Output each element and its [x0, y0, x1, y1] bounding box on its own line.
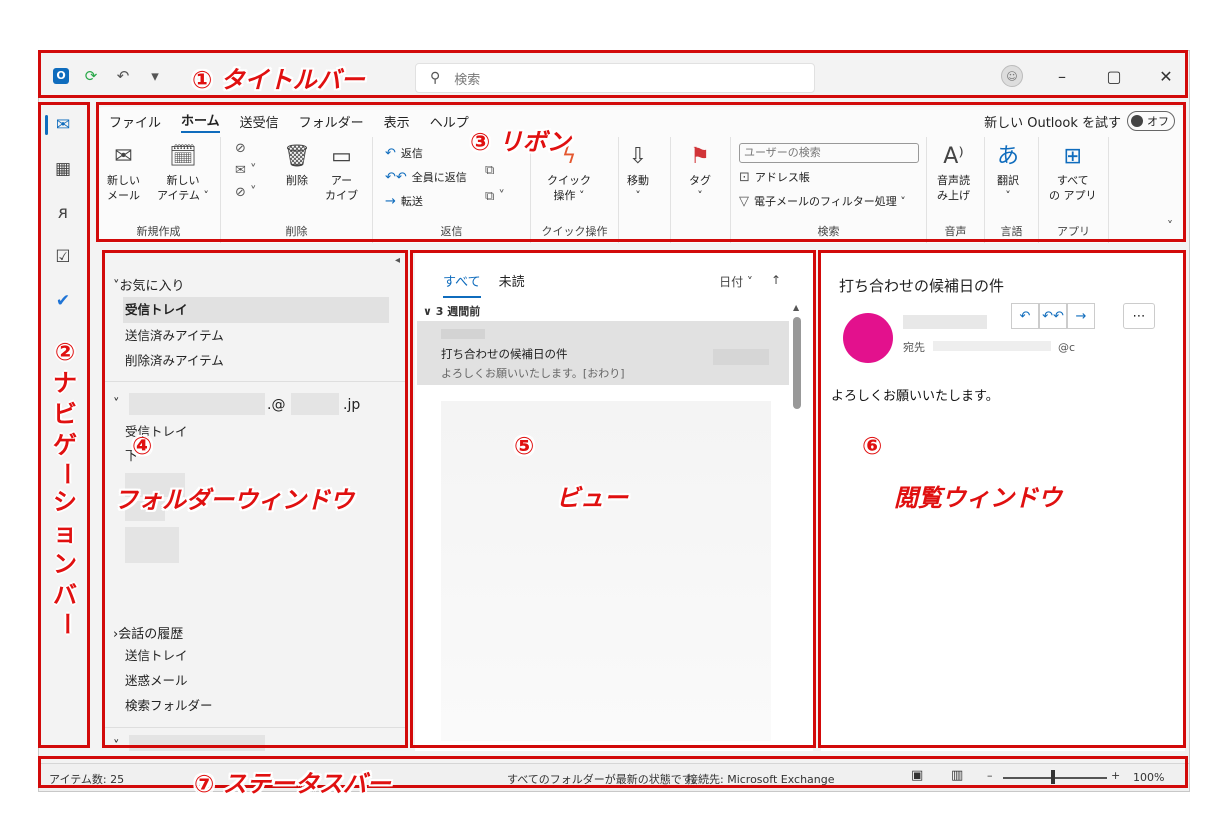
nav-annotation-char-2: ビ: [53, 400, 77, 428]
annotation-box-ribbon: [96, 102, 1186, 242]
nav-annotation-char-9: ー: [51, 612, 80, 636]
annotation-label-view-num: ⑤: [514, 432, 535, 460]
annotation-label-reading-num: ⑥: [862, 432, 883, 460]
nav-annotation-char-1: ナ: [53, 369, 77, 397]
annotation-label-view: ビュー: [556, 484, 628, 512]
annotation-label-statusbar: ⑦ ステータスバー: [194, 770, 391, 798]
annotation-label-titlebar: ① タイトルバー: [192, 66, 365, 94]
annotation-label-folder-num: ④: [132, 432, 153, 460]
nav-annotation-char-4: ー: [51, 462, 80, 486]
nav-annotation-char-7: ン: [53, 550, 77, 578]
annotation-label-folder: フォルダーウィンドウ: [114, 486, 354, 514]
nav-annotation-num: ②: [54, 338, 76, 366]
annotation-label-ribbon: ③ リボン: [470, 128, 571, 156]
nav-annotation-char-5: シ: [53, 488, 77, 516]
nav-annotation-char-3: ゲ: [53, 431, 77, 459]
nav-annotation-char-8: バ: [53, 581, 77, 609]
nav-annotation-char-6: ョ: [53, 519, 77, 547]
annotation-label-reading: 閲覧ウィンドウ: [894, 484, 1062, 512]
annotation-label-navbar: ② ナ ビ ゲ ー シ ョ ン バ ー: [50, 338, 80, 636]
